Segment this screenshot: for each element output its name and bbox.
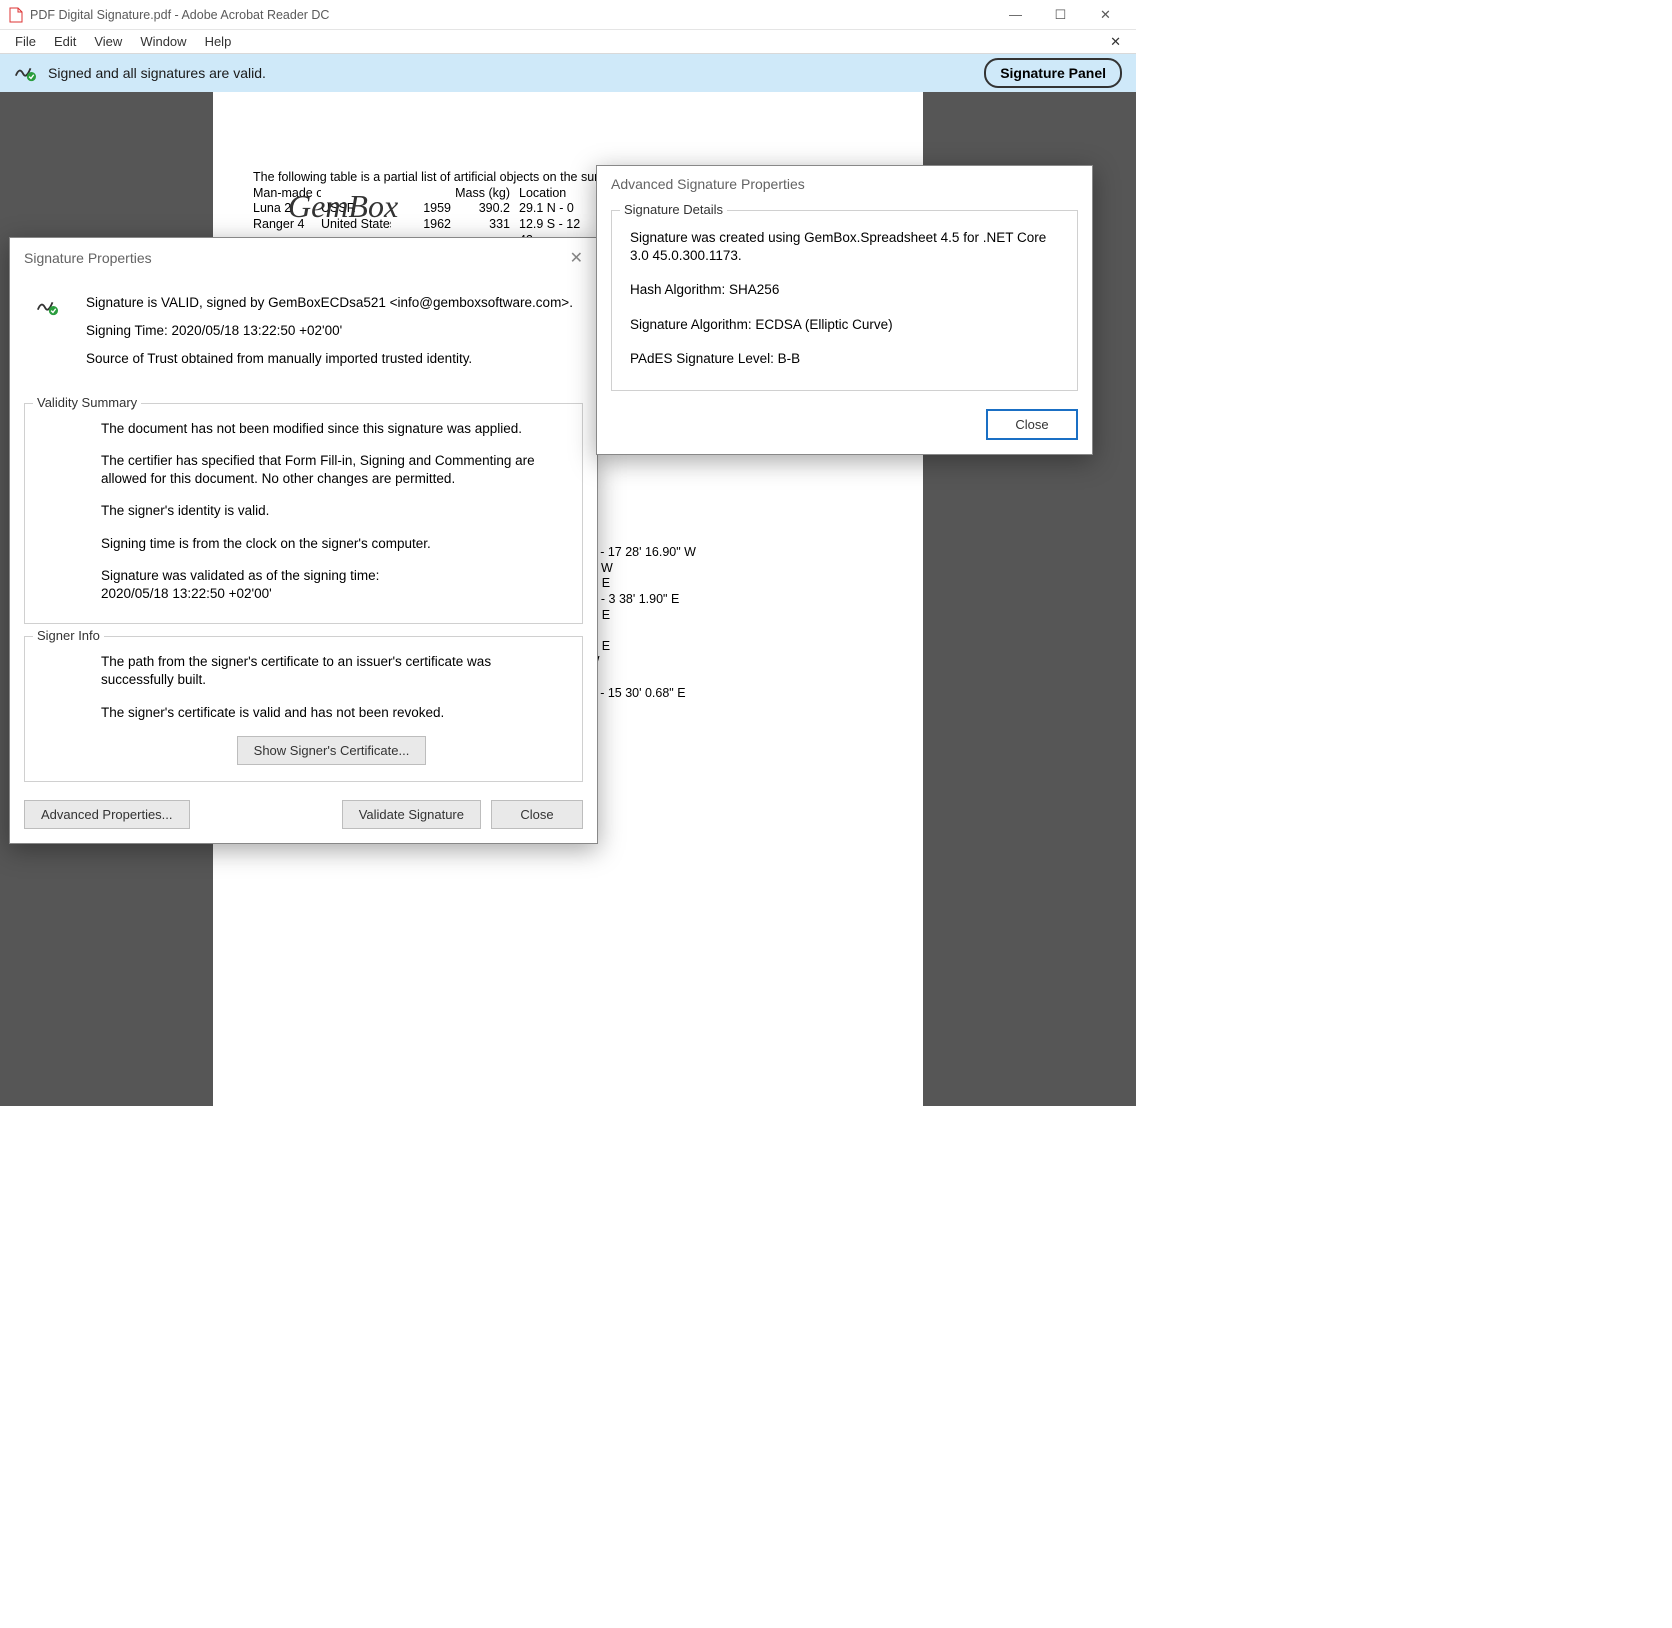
signature-panel-button[interactable]: Signature Panel bbox=[984, 58, 1122, 88]
validity-line-2: The certifier has specified that Form Fi… bbox=[101, 452, 562, 488]
dialog-close-button[interactable]: ✕ bbox=[570, 248, 583, 268]
dialog-title-text: Signature Properties bbox=[24, 250, 152, 266]
validity-summary-legend: Validity Summary bbox=[33, 395, 141, 410]
validity-line-3: The signer's identity is valid. bbox=[101, 502, 562, 520]
signature-valid-icon bbox=[14, 62, 36, 85]
titlebar: PDF Digital Signature.pdf - Adobe Acroba… bbox=[0, 0, 1136, 30]
advanced-signature-properties-dialog: Advanced Signature Properties Signature … bbox=[596, 165, 1093, 455]
validity-line-4: Signing time is from the clock on the si… bbox=[101, 535, 562, 553]
detail-signature-algorithm: Signature Algorithm: ECDSA (Elliptic Cur… bbox=[630, 316, 1059, 334]
signature-status-text: Signed and all signatures are valid. bbox=[48, 65, 266, 81]
menu-edit[interactable]: Edit bbox=[45, 32, 85, 51]
signer-info-legend: Signer Info bbox=[33, 628, 104, 643]
detail-hash-algorithm: Hash Algorithm: SHA256 bbox=[630, 281, 1059, 299]
dialog-titlebar: Advanced Signature Properties bbox=[597, 166, 1092, 202]
detail-pades-level: PAdES Signature Level: B-B bbox=[630, 350, 1059, 368]
window-title: PDF Digital Signature.pdf - Adobe Acroba… bbox=[30, 8, 329, 22]
trust-source-line: Source of Trust obtained from manually i… bbox=[86, 350, 577, 368]
col-object: Man-made o bbox=[253, 186, 321, 202]
signature-properties-dialog: Signature Properties ✕ Signature is VALI… bbox=[9, 237, 598, 844]
validity-line-5: Signature was validated as of the signin… bbox=[101, 567, 562, 603]
signature-details-group: Signature Details Signature was created … bbox=[611, 210, 1078, 391]
acrobat-icon bbox=[8, 7, 24, 23]
validity-line-1: The document has not been modified since… bbox=[101, 420, 562, 438]
advanced-properties-button[interactable]: Advanced Properties... bbox=[24, 800, 190, 829]
maximize-button[interactable]: ☐ bbox=[1038, 0, 1083, 30]
close-button[interactable]: Close bbox=[986, 409, 1078, 440]
menu-help[interactable]: Help bbox=[196, 32, 241, 51]
signature-status-bar: Signed and all signatures are valid. Sig… bbox=[0, 54, 1136, 92]
signature-valid-line: Signature is VALID, signed by GemBoxECDs… bbox=[86, 294, 577, 312]
validate-signature-button[interactable]: Validate Signature bbox=[342, 800, 481, 829]
menu-view[interactable]: View bbox=[85, 32, 131, 51]
minimize-button[interactable]: — bbox=[993, 0, 1038, 30]
signer-info-group: Signer Info The path from the signer's c… bbox=[24, 636, 583, 782]
signer-path-line: The path from the signer's certificate t… bbox=[101, 653, 562, 689]
menu-window[interactable]: Window bbox=[131, 32, 195, 51]
col-mass: Mass (kg) bbox=[451, 186, 513, 202]
dialog-titlebar: Signature Properties ✕ bbox=[10, 238, 597, 278]
show-certificate-button[interactable]: Show Signer's Certificate... bbox=[237, 736, 427, 765]
menubar: File Edit View Window Help ✕ bbox=[0, 30, 1136, 54]
signer-cert-line: The signer's certificate is valid and ha… bbox=[101, 704, 562, 722]
close-button[interactable]: Close bbox=[491, 800, 583, 829]
document-close-button[interactable]: ✕ bbox=[1101, 32, 1130, 52]
close-window-button[interactable]: ✕ bbox=[1083, 0, 1128, 30]
signing-time-line: Signing Time: 2020/05/18 13:22:50 +02'00… bbox=[86, 322, 577, 340]
signature-valid-icon bbox=[36, 296, 58, 319]
detail-created-using: Signature was created using GemBox.Sprea… bbox=[630, 229, 1059, 265]
validity-summary-group: Validity Summary The document has not be… bbox=[24, 403, 583, 625]
menu-file[interactable]: File bbox=[6, 32, 45, 51]
signature-details-legend: Signature Details bbox=[620, 202, 727, 217]
dialog-title-text: Advanced Signature Properties bbox=[611, 176, 805, 192]
